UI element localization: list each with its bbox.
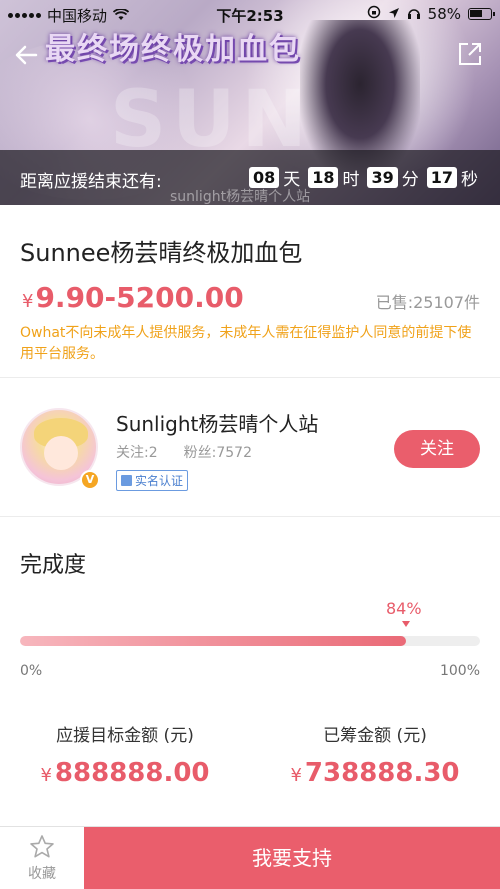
- share-button[interactable]: [456, 40, 486, 70]
- progress-track: [20, 636, 480, 646]
- countdown-days-unit: 天: [283, 170, 301, 190]
- progress-marker-icon: [402, 621, 410, 627]
- follow-button[interactable]: 关注: [394, 430, 480, 468]
- back-arrow-icon: [15, 45, 38, 65]
- countdown-days: 08: [248, 167, 280, 188]
- banner-title: 最终场终极加血包: [45, 32, 301, 67]
- status-right: 58%: [367, 5, 495, 23]
- price-currency: ¥: [22, 291, 34, 312]
- raised-amount-value: ¥738888.30: [250, 758, 500, 788]
- follow-count: 关注:2: [116, 445, 158, 461]
- price-range: 9.90-5200.00: [35, 281, 244, 314]
- countdown-seconds: 17: [426, 167, 457, 188]
- raised-amount: 已筹金额 (元) ¥738888.30: [250, 721, 500, 788]
- lock-rotation-icon: [367, 5, 381, 23]
- favorite-button[interactable]: 收藏: [0, 827, 84, 889]
- star-icon: [30, 835, 54, 858]
- progress-scale-min: 0%: [20, 663, 43, 679]
- raised-number: 738888.30: [304, 758, 460, 788]
- progress-fill: [20, 636, 407, 646]
- countdown-label: 距离应援结束还有:: [20, 172, 162, 192]
- target-amount: 应援目标金额 (元) ¥888888.00: [0, 721, 250, 788]
- sold-count: 已售:25107件: [375, 293, 480, 312]
- fan-count: 粉丝:7572: [183, 445, 252, 461]
- countdown-seconds-unit: 秒: [461, 170, 478, 190]
- product-info: Sunnee杨芸晴终极加血包 ¥9.90-5200.00 已售:25107件 O…: [0, 205, 500, 377]
- battery-icon: [468, 8, 495, 20]
- progress-heading: 完成度: [20, 553, 87, 578]
- minor-notice: Owhat不向未成年人提供服务，未成年人需在征得监护人同意的前提下使用平台服务。: [20, 325, 472, 362]
- bottom-action-bar: 收藏 我要支持: [0, 826, 500, 889]
- realname-verified-tag: 实名认证: [116, 470, 189, 491]
- progress-scale-max: 100%: [439, 663, 480, 679]
- product-title: Sunnee杨芸晴终极加血包: [20, 239, 303, 267]
- verified-label: 实名认证: [135, 474, 184, 488]
- organizer-stats: 关注:2 粉丝:7572: [116, 442, 252, 462]
- battery-percent: 58%: [427, 5, 461, 23]
- avatar-face: [44, 436, 78, 470]
- countdown-minutes: 39: [367, 167, 398, 188]
- id-card-icon: [121, 475, 132, 486]
- countdown-timer: 08 天 18 时 39 分 17 秒: [248, 165, 482, 190]
- favorite-label: 收藏: [28, 866, 56, 882]
- banner: SUN 中国移动 下午2:53 58% 最终场终极加血包 距离应援结束还有: s…: [0, 0, 500, 205]
- progress-section: 完成度 84% 0% 100% 应援目标金额 (元) ¥888888.00 已筹…: [0, 517, 500, 807]
- raised-currency: ¥: [290, 765, 302, 786]
- raised-amount-label: 已筹金额 (元): [323, 726, 427, 746]
- target-number: 888888.00: [54, 758, 210, 788]
- target-amount-label: 应援目标金额 (元): [56, 726, 194, 746]
- organizer-name[interactable]: Sunlight杨芸晴个人站: [116, 408, 318, 437]
- back-button[interactable]: [12, 40, 46, 74]
- support-button[interactable]: 我要支持: [84, 827, 500, 889]
- headphones-icon: [407, 5, 421, 23]
- progress-percent: 84%: [386, 599, 422, 618]
- target-currency: ¥: [40, 765, 52, 786]
- product-price: ¥9.90-5200.00: [22, 281, 244, 314]
- target-amount-value: ¥888888.00: [0, 758, 250, 788]
- verified-badge-icon: V: [80, 470, 100, 490]
- countdown-bar: 距离应援结束还有: sunlight杨芸晴个人站 08 天 18 时 39 分 …: [0, 150, 500, 205]
- location-icon: [388, 5, 400, 23]
- countdown-hours-unit: 时: [342, 170, 360, 190]
- organizer-card[interactable]: V Sunlight杨芸晴个人站 关注:2 粉丝:7572 实名认证 关注: [0, 378, 500, 516]
- share-icon: [459, 43, 481, 65]
- countdown-minutes-unit: 分: [401, 170, 419, 190]
- countdown-hours: 18: [308, 167, 339, 188]
